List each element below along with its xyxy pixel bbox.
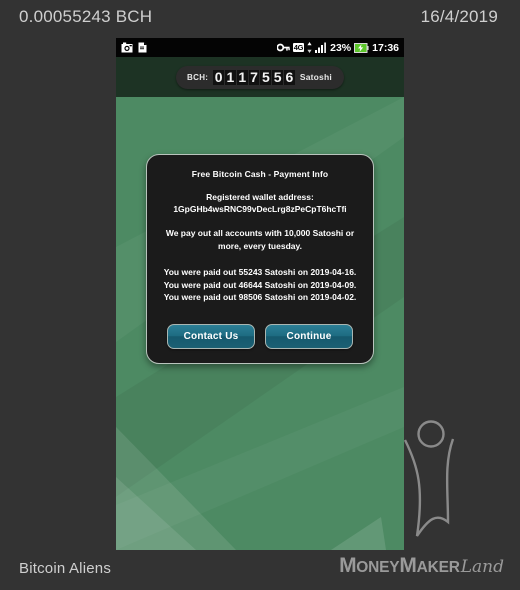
date-label: 16/4/2019 <box>420 7 498 26</box>
balance-unit-label: Satoshi <box>299 72 332 82</box>
app-background: Free Bitcoin Cash - Payment Info Registe… <box>116 97 404 550</box>
dialog-title: Free Bitcoin Cash - Payment Info <box>191 169 329 179</box>
data-transfer-arrows-icon <box>307 42 312 53</box>
balance-amount-label: 0.00055243 BCH <box>19 7 153 26</box>
balance-currency-label: BCH: <box>187 72 209 82</box>
document-icon <box>138 42 147 53</box>
payout-entry: You were paid out 98506 Satoshi on 2019-… <box>163 292 357 302</box>
battery-charging-icon <box>354 42 369 53</box>
page-header: 0.00055243 BCH 16/4/2019 <box>0 0 520 38</box>
balance-digit: 7 <box>248 68 260 85</box>
wallet-address-label: Registered wallet address: <box>206 192 314 202</box>
contact-us-button[interactable]: Contact Us <box>167 323 255 349</box>
balance-digits: 0117556 <box>213 68 295 85</box>
payout-policy-note: We pay out all accounts with 10,000 Sato… <box>165 228 355 251</box>
app-name-label: Bitcoin Aliens <box>19 560 112 577</box>
dialog-button-row: Contact Us Continue <box>159 323 361 349</box>
payment-info-dialog: Free Bitcoin Cash - Payment Info Registe… <box>146 154 374 364</box>
signal-bars-icon <box>315 42 327 53</box>
continue-button[interactable]: Continue <box>265 323 353 349</box>
logo-land: Land <box>460 557 504 577</box>
clock-label: 17:36 <box>372 41 399 54</box>
balance-pill[interactable]: BCH: 0117556 Satoshi <box>176 65 344 89</box>
logo-m2: M <box>399 554 417 577</box>
network-type-badge: 4G <box>292 43 305 52</box>
balance-digit: 5 <box>272 68 284 85</box>
payout-entry: You were paid out 55243 Satoshi on 2019-… <box>163 267 357 277</box>
payout-entry: You were paid out 46644 Satoshi on 2019-… <box>163 279 357 290</box>
key-icon <box>276 43 290 52</box>
battery-percent-label: 23% <box>330 41 352 54</box>
phone-screenshot: 4G 23% 17:36 BCH: 0117556 Satoshi Free B… <box>116 38 404 550</box>
balance-digit: 0 <box>213 68 225 85</box>
balance-digit: 1 <box>225 68 236 85</box>
balance-digit: 5 <box>260 68 272 85</box>
logo-m1: M <box>339 554 357 577</box>
balance-digit: 6 <box>284 68 295 85</box>
moneymakerland-logo: M ONEY M AKER Land <box>339 554 504 578</box>
app-top-band: BCH: 0117556 Satoshi <box>116 57 404 97</box>
camera-icon <box>121 42 133 53</box>
logo-aker: AKER <box>416 559 460 576</box>
android-status-bar: 4G 23% 17:36 <box>116 38 404 57</box>
balance-digit: 1 <box>236 68 248 85</box>
wallet-address-value[interactable]: 1GpGHb4wsRNC99vDecLrg8zPeCpT6hcTfi <box>159 203 361 215</box>
logo-oney: ONEY <box>356 559 400 576</box>
payout-history-list: You were paid out 55243 Satoshi on 2019-… <box>159 266 361 304</box>
